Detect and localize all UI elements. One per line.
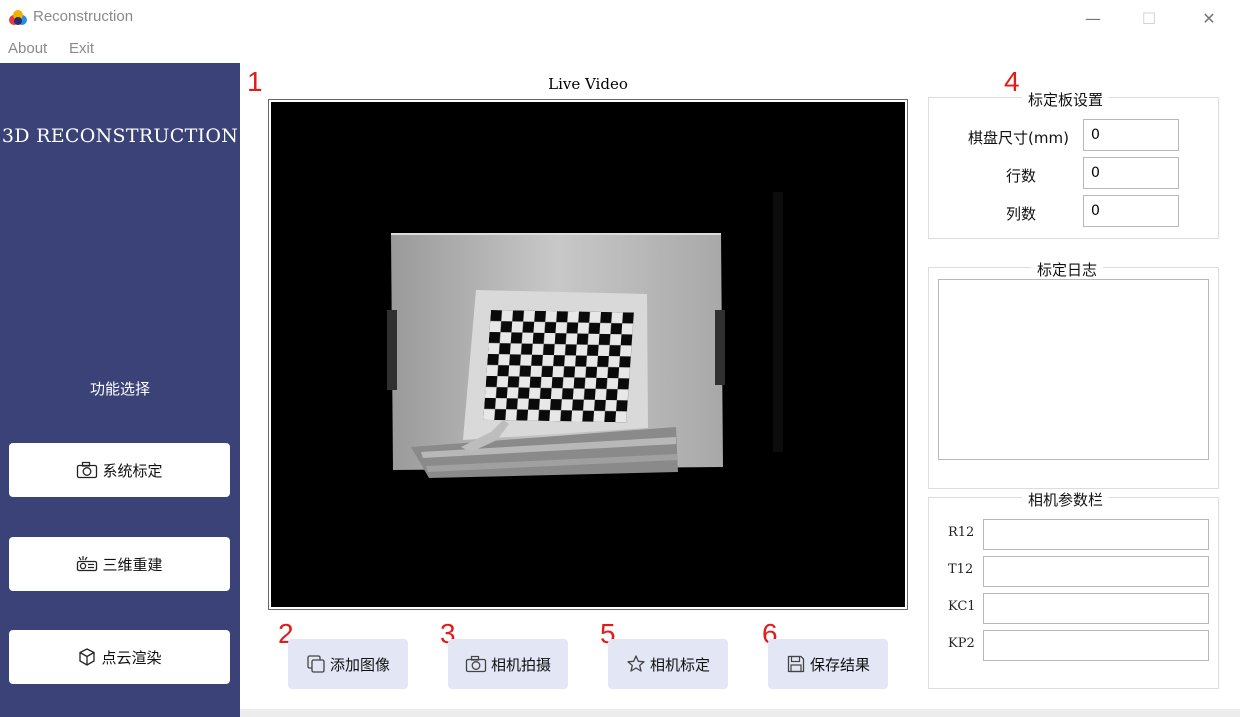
t12-label: T12 bbox=[948, 562, 974, 577]
menu-exit[interactable]: Exit bbox=[69, 40, 94, 57]
save-result-button[interactable]: 保存结果 bbox=[768, 639, 888, 689]
camera-calibration-label: 相机标定 bbox=[649, 655, 710, 674]
point-cloud-render-label: 点云渲染 bbox=[101, 648, 162, 667]
save-result-label: 保存结果 bbox=[809, 655, 870, 674]
board-size-label: 棋盘尺寸(mm) bbox=[968, 129, 1069, 147]
kc1-input[interactable] bbox=[983, 593, 1209, 624]
kp2-input[interactable] bbox=[983, 630, 1209, 661]
menu-about[interactable]: About bbox=[8, 40, 47, 57]
columns-input[interactable]: 0 bbox=[1083, 195, 1179, 227]
rows-label: 行数 bbox=[1006, 167, 1037, 185]
calibration-log-title: 标定日志 bbox=[1031, 259, 1104, 280]
star-icon bbox=[627, 655, 645, 672]
function-section-label: 功能选择 bbox=[89, 380, 150, 398]
board-size-input[interactable]: 0 bbox=[1083, 119, 1179, 151]
add-image-label: 添加图像 bbox=[329, 655, 390, 674]
kp2-label: KP2 bbox=[948, 636, 975, 651]
kc1-label: KC1 bbox=[948, 599, 976, 614]
columns-label: 列数 bbox=[1006, 205, 1037, 223]
camera-capture-button[interactable]: 相机拍摄 bbox=[448, 639, 568, 689]
camera-capture-label: 相机拍摄 bbox=[490, 655, 551, 674]
copy-icon bbox=[307, 655, 325, 673]
camera-params-title: 相机参数栏 bbox=[1022, 489, 1110, 510]
window-title: Reconstruction bbox=[33, 8, 134, 25]
camera-icon bbox=[77, 461, 98, 479]
title-bar bbox=[0, 0, 1240, 36]
point-cloud-render-button[interactable]: 点云渲染 bbox=[9, 630, 230, 684]
board-settings-title: 标定板设置 bbox=[1022, 89, 1110, 110]
menu-bar bbox=[0, 36, 1240, 63]
camera-icon bbox=[465, 655, 487, 673]
calibration-log-textarea[interactable] bbox=[938, 279, 1209, 460]
system-calibration-button[interactable]: 系统标定 bbox=[9, 443, 230, 497]
cube-icon bbox=[79, 648, 96, 666]
maximize-button[interactable]: ☐ bbox=[1126, 4, 1172, 32]
3d-reconstruction-label: 三维重建 bbox=[102, 555, 163, 574]
live-video-frame bbox=[268, 99, 908, 610]
3d-reconstruction-button[interactable]: 三维重建 bbox=[9, 537, 230, 591]
live-video-feed bbox=[271, 102, 905, 607]
r12-input[interactable] bbox=[983, 519, 1209, 550]
camera-calibration-button[interactable]: 相机标定 bbox=[608, 639, 728, 689]
rows-input[interactable]: 0 bbox=[1083, 157, 1179, 189]
close-button[interactable]: ✕ bbox=[1186, 4, 1232, 32]
horizontal-scrollbar[interactable] bbox=[240, 709, 1240, 717]
add-image-button[interactable]: 添加图像 bbox=[288, 639, 408, 689]
marker-4: 4 bbox=[1004, 66, 1020, 97]
system-calibration-label: 系统标定 bbox=[102, 461, 163, 480]
minimize-button[interactable]: — bbox=[1070, 4, 1116, 32]
projector-icon bbox=[77, 556, 98, 572]
live-video-title: Live Video bbox=[548, 75, 628, 93]
t12-input[interactable] bbox=[983, 556, 1209, 587]
video-frame-image bbox=[271, 102, 905, 607]
r12-label: R12 bbox=[948, 525, 975, 540]
save-icon bbox=[787, 655, 805, 673]
app-logo-icon bbox=[9, 10, 27, 25]
brand-title: 3D RECONSTRUCTION bbox=[1, 125, 239, 147]
marker-1: 1 bbox=[247, 66, 263, 97]
